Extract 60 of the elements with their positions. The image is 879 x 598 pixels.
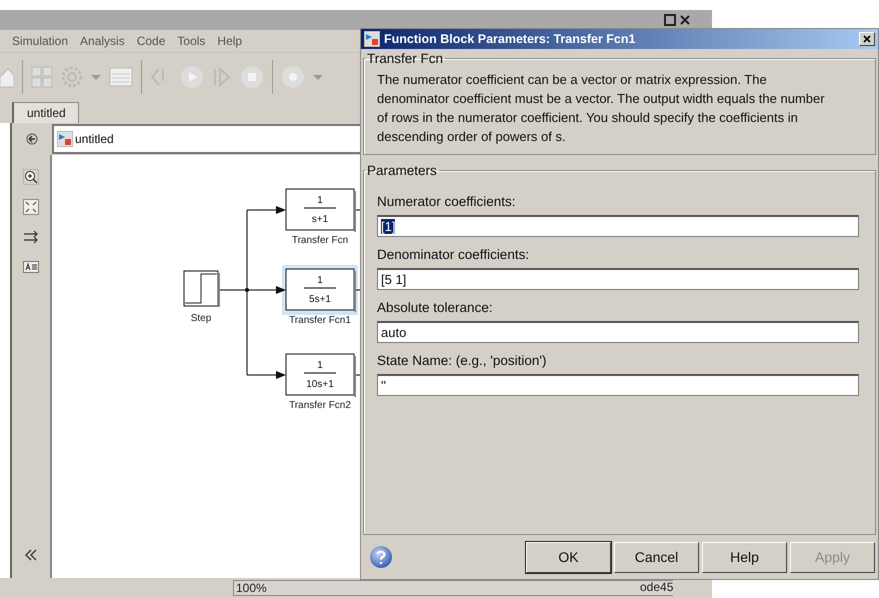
field-value: '': [381, 378, 386, 393]
description-text: The numerator coefficient can be a vector or matrix expression. The denominator coefficient must be a vector. The output width equals the number of rows in the numerator coefficient. You should specify the coefficients in descending order of powers of s.: [377, 71, 826, 146]
menu-item[interactable]: Analysis: [80, 34, 125, 48]
field-value: auto: [381, 325, 406, 340]
model-name: untitled: [75, 132, 114, 146]
dialog-title: Function Block Parameters: Transfer Fcn1: [384, 32, 636, 46]
denominator: 10s+1: [306, 379, 334, 390]
input-field[interactable]: auto: [377, 321, 859, 343]
step-forward-icon[interactable]: [212, 65, 232, 89]
field-label: Absolute tolerance:: [377, 300, 494, 315]
maximize-icon[interactable]: [663, 13, 677, 27]
menu-item[interactable]: Code: [136, 34, 166, 48]
denominator: 5s+1: [309, 294, 331, 305]
menu-item[interactable]: Simulation: [12, 34, 68, 48]
gear-icon[interactable]: [61, 65, 83, 89]
block-label: Transfer Fcn1: [289, 315, 351, 326]
field-label: Numerator coefficients:: [377, 194, 517, 209]
menu-item[interactable]: Help: [217, 34, 242, 48]
numerator: 1: [317, 360, 323, 371]
group-title: Parameters: [366, 163, 438, 178]
arrows-icon[interactable]: [23, 229, 39, 245]
group-title: Transfer Fcn: [366, 51, 444, 66]
connector-arrow: [246, 371, 286, 379]
back-icon[interactable]: [26, 133, 38, 145]
close-icon[interactable]: [678, 13, 692, 27]
help-icon[interactable]: [369, 545, 393, 569]
dialog-button[interactable]: Help: [702, 542, 787, 572]
input-field[interactable]: '': [377, 374, 859, 396]
numerator: 1: [317, 275, 323, 286]
connector-arrow: [246, 286, 286, 294]
field-value: [1]: [381, 219, 396, 234]
stop-icon[interactable]: [240, 65, 264, 89]
solver-name: ode45: [640, 580, 674, 594]
record-icon[interactable]: [281, 65, 305, 89]
fit-view-icon[interactable]: [23, 199, 39, 215]
input-field[interactable]: [5 1]: [377, 268, 859, 290]
connector-arrow: [246, 206, 286, 214]
denominator: s+1: [312, 214, 328, 225]
block-label: Transfer Fcn: [292, 235, 348, 246]
annotation-icon[interactable]: [23, 259, 39, 275]
field-label: Denominator coefficients:: [377, 247, 530, 262]
explorer-icon[interactable]: [109, 65, 133, 89]
close-button[interactable]: [859, 32, 875, 46]
tab[interactable]: untitled: [12, 102, 79, 123]
field-value: [5 1]: [381, 272, 406, 287]
dialog-button[interactable]: Cancel: [614, 542, 699, 572]
input-field[interactable]: [1]: [377, 215, 859, 237]
zoom-in-icon[interactable]: [23, 169, 39, 185]
block-label: Step: [190, 313, 212, 324]
play-icon[interactable]: [180, 65, 204, 89]
numerator: 1: [317, 195, 323, 206]
block-label: Transfer Fcn2: [289, 400, 351, 411]
model-icon: [57, 131, 73, 147]
collapse-icon[interactable]: [23, 547, 39, 563]
library-icon[interactable]: [31, 65, 53, 89]
menu-item[interactable]: Tools: [177, 34, 206, 48]
close-icon: [863, 35, 871, 43]
dialog-button[interactable]: OK: [526, 542, 611, 572]
model-icon: [364, 31, 380, 47]
field-label: State Name: (e.g., 'position'): [377, 353, 548, 368]
